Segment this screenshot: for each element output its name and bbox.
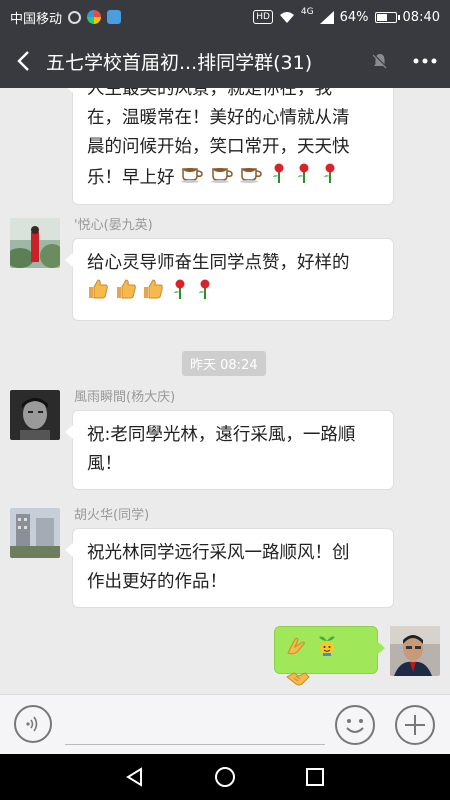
emoji-button[interactable]	[335, 705, 375, 745]
handshake-icon	[285, 667, 311, 694]
sprout-smile-icon	[315, 633, 339, 667]
smiley-icon	[346, 719, 364, 733]
thumbs-up-icon	[87, 278, 109, 310]
message-bubble[interactable]: 人生最美的风景，就是你在，我 在，温暖常在！美好的心情就从清 晨的问候开始，笑口…	[65, 88, 394, 205]
notification-browser-icon	[87, 10, 102, 24]
avatar-self[interactable]	[390, 626, 440, 676]
sender-name: 風雨瞬間(杨大庆)	[74, 390, 176, 405]
message-line: 在，温暖常在！美好的心情就从清	[87, 108, 350, 128]
sender-name: 胡火华(同学)	[74, 508, 150, 523]
message-line: 乐！早上好	[87, 168, 175, 188]
nav-recents-button[interactable]	[300, 762, 330, 792]
mute-indicator	[360, 34, 400, 88]
message-line: 晨的问候开始，笑口常开，天天快	[87, 137, 350, 157]
sender-name: '悦心(晏九英)	[74, 218, 153, 233]
thumbs-up-icon	[142, 278, 164, 310]
nav-back-button[interactable]	[120, 762, 150, 792]
rose-icon	[320, 162, 340, 194]
message-line: 给心灵导师奋生同学点赞，好样的	[87, 253, 350, 273]
voice-icon	[26, 716, 38, 732]
timestamp-divider: 昨天 08:24	[182, 351, 266, 376]
rose-icon	[269, 162, 289, 194]
message-bubble[interactable]: 祝:老同學光林，遠行采風，一路順 風！	[65, 410, 394, 490]
back-arrow-icon	[17, 51, 29, 71]
more-options-button[interactable]	[400, 34, 450, 88]
more-functions-button[interactable]	[395, 705, 435, 745]
rose-icon	[195, 278, 215, 310]
battery-percent: 64%	[339, 9, 369, 25]
system-nav-bar	[0, 754, 450, 800]
avatar[interactable]	[10, 508, 60, 558]
chat-title: 五七学校首届初...排同学群(31)	[46, 51, 313, 74]
signal-icon	[319, 10, 334, 24]
back-button[interactable]	[0, 34, 46, 88]
clap-icon	[285, 633, 309, 667]
message-line: 作出更好的作品！	[87, 572, 227, 592]
clock: 08:40	[402, 9, 440, 25]
status-bar: 中国移动 HD 4G 64% 08:40	[0, 0, 450, 34]
rose-icon	[294, 162, 314, 194]
title-bar: 五七学校首届初...排同学群(31)	[0, 34, 450, 88]
ellipsis-icon	[413, 58, 437, 64]
message-line: 祝:老同學光林，遠行采風，一路順	[87, 425, 356, 445]
message-input[interactable]	[65, 709, 325, 745]
message-line: 祝光林同学远行采风一路顺风！创	[87, 543, 350, 563]
rose-icon	[170, 278, 190, 310]
coffee-icon	[210, 163, 234, 193]
notification-message-icon	[107, 10, 122, 24]
message-line: 人生最美的风景，就是你在，我	[87, 88, 332, 99]
message-line: 風！	[87, 454, 122, 474]
coffee-icon	[239, 163, 263, 193]
chat-area[interactable]: 人生最美的风景，就是你在，我 在，温暖常在！美好的心情就从清 晨的问候开始，笑口…	[0, 88, 450, 694]
hd-badge: HD	[253, 10, 273, 24]
triangle-back-icon	[126, 767, 142, 787]
message-bubble[interactable]: 给心灵导师奋生同学点赞，好样的	[65, 238, 394, 321]
avatar[interactable]	[10, 218, 60, 268]
wifi-icon	[279, 11, 294, 23]
input-bar	[0, 694, 450, 754]
carrier-label: 中国移动	[10, 11, 63, 27]
coffee-icon	[180, 163, 204, 193]
message-bubble-self[interactable]	[274, 626, 385, 686]
nav-home-button[interactable]	[210, 762, 240, 792]
plus-icon	[405, 715, 425, 735]
battery-icon	[374, 11, 400, 23]
notification-app-icon	[68, 10, 82, 24]
avatar[interactable]	[10, 390, 60, 440]
square-recents-icon	[306, 768, 324, 786]
thumbs-up-icon	[115, 278, 137, 310]
message-bubble[interactable]: 祝光林同学远行采风一路顺风！创 作出更好的作品！	[65, 528, 394, 608]
circle-home-icon	[215, 767, 235, 787]
voice-input-button[interactable]	[14, 705, 52, 743]
network-type: 4G	[300, 7, 314, 17]
bell-muted-icon	[372, 53, 388, 69]
